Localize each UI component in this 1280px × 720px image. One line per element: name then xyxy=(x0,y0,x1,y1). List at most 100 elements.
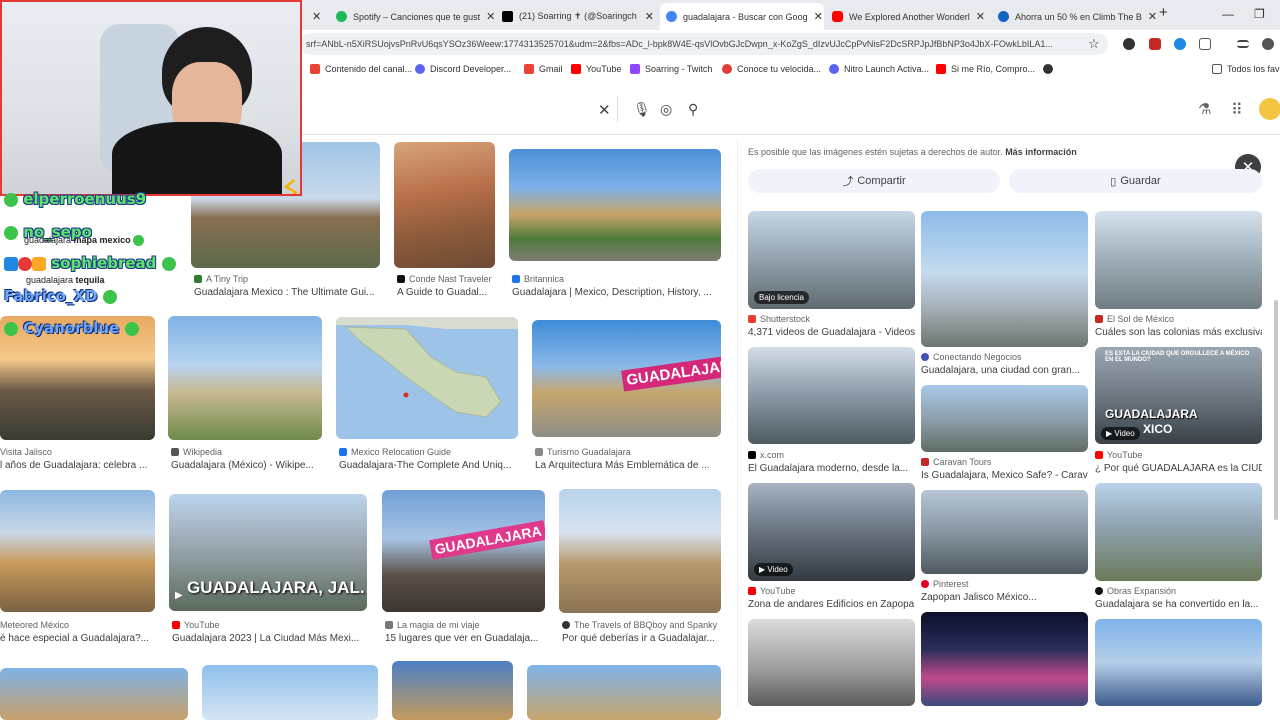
result-source[interactable]: Britannica xyxy=(512,274,564,284)
menu-icon[interactable] xyxy=(1237,40,1249,48)
related-source[interactable]: Shutterstock xyxy=(748,314,810,324)
related-image[interactable] xyxy=(921,211,1088,347)
related-title[interactable]: Zapopan Jalisco México... xyxy=(921,592,1088,603)
related-title[interactable]: Zona de andares Edificios en Zapopan xyxy=(748,599,915,610)
avatar[interactable] xyxy=(1259,98,1280,120)
result-title[interactable]: 15 lugares que ver en Guadalaja... xyxy=(385,633,545,644)
bookmark-item[interactable]: Discord Developer... xyxy=(415,64,511,74)
clear-icon[interactable]: ✕ xyxy=(598,101,611,119)
result-source[interactable]: Visita Jalisco xyxy=(0,447,52,457)
lens-icon[interactable]: ◎ xyxy=(660,101,672,118)
related-image[interactable] xyxy=(921,612,1088,706)
save-button[interactable]: ▯ Guardar xyxy=(1009,169,1262,193)
related-video[interactable]: ES ESTA LA CIUDAD QUE ORGULLECE A MÉXICO… xyxy=(1095,347,1262,444)
result-source[interactable]: Meteored México xyxy=(0,620,69,630)
result-source[interactable]: YouTube xyxy=(172,620,219,630)
minimize-button[interactable]: — xyxy=(1222,7,1234,21)
related-image[interactable] xyxy=(748,619,915,706)
related-title[interactable]: ¿ Por qué GUADALAJARA es la CIUDAD... xyxy=(1095,463,1262,474)
related-image[interactable] xyxy=(921,490,1088,574)
result-image[interactable] xyxy=(0,668,188,720)
result-image[interactable] xyxy=(0,490,155,612)
result-image[interactable] xyxy=(527,665,721,720)
related-video[interactable]: ▶ Video xyxy=(748,483,915,581)
related-title[interactable]: Guadalajara, una ciudad con gran... xyxy=(921,365,1088,376)
result-title[interactable]: Guadalajara (México) - Wikipe... xyxy=(171,460,321,471)
bookmark-item[interactable]: Conoce tu velocida... xyxy=(722,64,821,74)
result-title[interactable]: Guadalajara 2023 | La Ciudad Más Mexi... xyxy=(172,633,367,644)
extension-icon[interactable] xyxy=(1123,38,1135,50)
tab-close-previous[interactable]: ✕ xyxy=(306,3,328,30)
related-image[interactable] xyxy=(1095,619,1262,706)
related-source[interactable]: YouTube xyxy=(1095,450,1142,460)
scrollbar[interactable] xyxy=(1274,300,1278,520)
close-icon[interactable]: ✕ xyxy=(480,10,495,23)
apps-grid-icon[interactable]: ⠿ xyxy=(1231,100,1243,120)
related-image[interactable]: Bajo licencia xyxy=(748,211,915,309)
bookmark-item[interactable]: Si me Río, Compro... xyxy=(936,64,1035,74)
result-source[interactable]: Wikipedia xyxy=(171,447,222,457)
microphone-icon[interactable]: 🎙 xyxy=(633,101,651,118)
related-source[interactable]: Caravan Tours xyxy=(921,457,991,467)
result-video[interactable]: GUADALAJARA, JAL. ▶ xyxy=(169,494,367,611)
tab-youtube[interactable]: We Explored Another Wonderl ✕ xyxy=(826,3,990,30)
result-title[interactable]: é hace especial a Guadalajara?... xyxy=(0,633,155,644)
close-icon[interactable]: ✕ xyxy=(1142,10,1156,23)
profile-icon[interactable] xyxy=(1262,38,1274,50)
bookmark-item[interactable]: Nitro Launch Activa... xyxy=(829,64,929,74)
bookmark-item[interactable]: YouTube xyxy=(571,64,621,74)
result-source[interactable]: Mexico Relocation Guide xyxy=(339,447,451,457)
related-title[interactable]: 4,371 videos de Guadalajara - Videos d..… xyxy=(748,327,915,338)
result-image[interactable] xyxy=(509,149,721,261)
bookmark-item[interactable]: Contenido del canal... xyxy=(310,64,412,74)
more-info-link[interactable]: Más información xyxy=(1005,147,1077,157)
result-title[interactable]: A Guide to Guadal... xyxy=(397,287,495,298)
related-source[interactable]: Conectando Negocios xyxy=(921,352,1022,362)
bookmark-item[interactable] xyxy=(1043,64,1058,74)
related-source[interactable]: x.com xyxy=(748,450,784,460)
share-button[interactable]: ⤴ Compartir xyxy=(748,169,1000,193)
related-image[interactable] xyxy=(748,347,915,444)
close-icon[interactable]: ✕ xyxy=(970,10,985,23)
result-title[interactable]: l años de Guadalajara: celebra ... xyxy=(0,460,155,471)
related-image[interactable] xyxy=(921,385,1088,452)
result-title[interactable]: Guadalajara | Mexico, Description, Histo… xyxy=(512,287,721,298)
related-title[interactable]: Guadalajara se ha convertido en la... xyxy=(1095,599,1262,610)
result-image[interactable] xyxy=(394,142,495,268)
result-source[interactable]: The Travels of BBQboy and Spanky xyxy=(562,620,717,630)
result-source[interactable]: Conde Nast Traveler xyxy=(397,274,492,284)
related-title[interactable]: El Guadalajara moderno, desde la... xyxy=(748,463,915,474)
map-image[interactable] xyxy=(336,317,518,439)
result-image[interactable] xyxy=(559,489,721,613)
extensions-puzzle-icon[interactable] xyxy=(1199,38,1211,50)
extension-icon[interactable] xyxy=(1174,38,1186,50)
related-title[interactable]: Cuáles son las colonias más exclusivas..… xyxy=(1095,327,1262,338)
related-image[interactable] xyxy=(1095,483,1262,581)
close-icon[interactable]: ✕ xyxy=(808,10,823,23)
result-source[interactable]: Turismo Guadalajara xyxy=(535,447,631,457)
maximize-button[interactable]: ❐ xyxy=(1254,7,1265,21)
result-image[interactable]: GUADALAJARA xyxy=(382,490,545,612)
close-icon[interactable]: ✕ xyxy=(639,10,654,23)
result-title[interactable]: Guadalajara Mexico : The Ultimate Gui... xyxy=(194,287,379,298)
all-bookmarks[interactable]: Todos los favo xyxy=(1212,64,1280,74)
tab-x[interactable]: (21) Soarring ✝ (@Soaringch ✕ xyxy=(496,3,660,30)
new-tab-button[interactable]: + xyxy=(1159,4,1168,21)
result-image[interactable]: GUADALAJARA xyxy=(532,320,721,437)
search-box[interactable] xyxy=(300,90,716,130)
labs-flask-icon[interactable]: ⚗ xyxy=(1198,100,1211,118)
related-source[interactable]: Pinterest xyxy=(921,579,969,589)
related-source[interactable]: El Sol de México xyxy=(1095,314,1174,324)
extension-icon[interactable] xyxy=(1149,38,1161,50)
related-image[interactable] xyxy=(1095,211,1262,309)
result-source[interactable]: A Tiny Trip xyxy=(194,274,248,284)
related-title[interactable]: Is Guadalajara, Mexico Safe? - Caravan..… xyxy=(921,470,1088,481)
bookmark-item[interactable]: Gmail xyxy=(524,64,563,74)
tab-spotify[interactable]: Spotify – Canciones que te gust ✕ xyxy=(330,3,495,30)
result-source[interactable]: La magia de mi viaje xyxy=(385,620,480,630)
address-bar[interactable]: srf=ANbL-n5XiRSUojvsPnRvU6qsYSOz36Weew:1… xyxy=(300,33,1108,55)
bookmark-item[interactable]: Soarring - Twitch xyxy=(630,64,712,74)
tab-google-search[interactable]: guadalajara - Buscar con Goog ✕ xyxy=(660,3,824,30)
result-title[interactable]: Guadalajara-The Complete And Uniq... xyxy=(339,460,517,471)
related-source[interactable]: YouTube xyxy=(748,586,795,596)
